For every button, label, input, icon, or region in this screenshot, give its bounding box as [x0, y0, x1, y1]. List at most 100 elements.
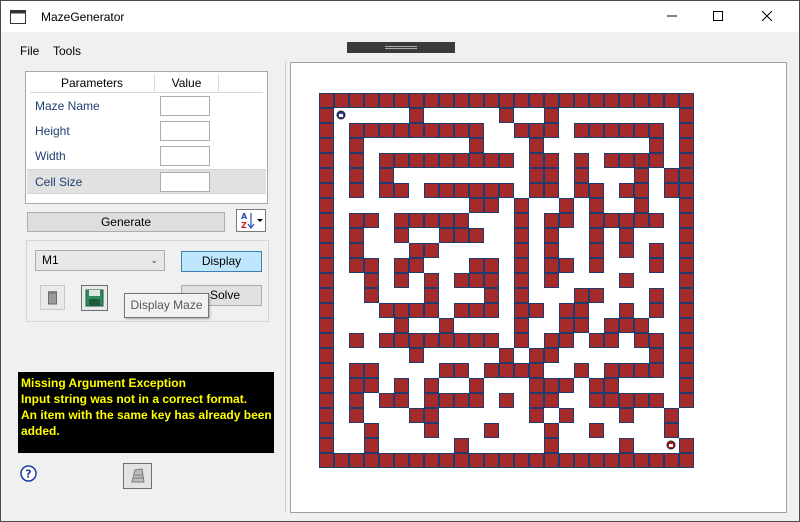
svg-text:Z: Z	[241, 221, 247, 230]
maze-wall-cell	[424, 123, 439, 138]
maze-wall-cell	[469, 198, 484, 213]
maze-wall-cell	[364, 93, 379, 108]
maze-wall-cell	[544, 258, 559, 273]
maze-wall-cell	[319, 123, 334, 138]
maze-wall-cell	[469, 453, 484, 468]
maze-wall-cell	[544, 378, 559, 393]
maze-wall-cell	[364, 453, 379, 468]
maze-wall-cell	[529, 363, 544, 378]
maze-wall-cell	[379, 123, 394, 138]
param-row-cell-size[interactable]: Cell Size	[27, 169, 266, 194]
maze-wall-cell	[409, 153, 424, 168]
maze-wall-cell	[424, 243, 439, 258]
maze-wall-cell	[604, 453, 619, 468]
maze-wall-cell	[544, 183, 559, 198]
maze-wall-cell	[619, 303, 634, 318]
sort-az-icon: A Z	[237, 212, 265, 234]
maze-wall-cell	[574, 453, 589, 468]
maze-wall-cell	[514, 333, 529, 348]
maze-wall-cell	[424, 153, 439, 168]
maze-wall-cell	[319, 153, 334, 168]
width-input[interactable]	[160, 146, 210, 166]
maze-wall-cell	[439, 93, 454, 108]
maze-wall-cell	[679, 138, 694, 153]
maze-wall-cell	[679, 213, 694, 228]
maze-wall-cell	[499, 363, 514, 378]
maze-wall-cell	[679, 153, 694, 168]
maze-wall-cell	[439, 213, 454, 228]
help-button[interactable]: ?	[20, 465, 37, 482]
minimize-button[interactable]	[649, 1, 695, 32]
maze-wall-cell	[424, 453, 439, 468]
maze-wall-cell	[679, 393, 694, 408]
maze-wall-cell	[634, 168, 649, 183]
maze-wall-cell	[589, 393, 604, 408]
close-icon	[761, 10, 773, 24]
maze-name-input[interactable]	[160, 96, 210, 116]
maze-wall-cell	[619, 123, 634, 138]
maze-wall-cell	[619, 318, 634, 333]
maze-wall-cell	[394, 393, 409, 408]
menu-file[interactable]: File	[20, 44, 39, 58]
maze-wall-cell	[559, 93, 574, 108]
maze-wall-cell	[319, 408, 334, 423]
tool-button[interactable]	[123, 463, 152, 489]
maximize-icon	[713, 10, 723, 24]
maze-wall-cell	[664, 453, 679, 468]
maze-wall-cell	[364, 258, 379, 273]
cell-size-input[interactable]	[160, 172, 210, 192]
maze-wall-cell	[649, 153, 664, 168]
close-button[interactable]	[744, 1, 790, 32]
maze-wall-cell	[394, 333, 409, 348]
maximize-button[interactable]	[695, 1, 741, 32]
minimize-icon	[667, 10, 677, 24]
maze-wall-cell	[469, 258, 484, 273]
maze-wall-cell	[379, 93, 394, 108]
maze-wall-cell	[499, 453, 514, 468]
maze-wall-cell	[319, 273, 334, 288]
display-tooltip: Display Maze	[124, 293, 209, 318]
save-button[interactable]	[81, 285, 108, 311]
maze-wall-cell	[484, 93, 499, 108]
maze-wall-cell	[364, 288, 379, 303]
maze-wall-cell	[604, 333, 619, 348]
maze-wall-cell	[604, 93, 619, 108]
maze-wall-cell	[589, 243, 604, 258]
maze-wall-cell	[544, 423, 559, 438]
sort-button[interactable]: A Z	[236, 209, 266, 232]
maze-wall-cell	[679, 318, 694, 333]
display-button[interactable]: Display	[181, 251, 262, 272]
height-input[interactable]	[160, 121, 210, 141]
maze-wall-cell	[514, 273, 529, 288]
maze-wall-cell	[604, 123, 619, 138]
drag-grip[interactable]	[347, 42, 455, 53]
maze-wall-cell	[379, 303, 394, 318]
maze-wall-cell	[574, 363, 589, 378]
column-header-parameters[interactable]: Parameters	[30, 74, 155, 93]
delete-button[interactable]	[40, 285, 65, 310]
maze-wall-cell	[649, 258, 664, 273]
menu-tools[interactable]: Tools	[53, 44, 81, 58]
maze-select-dropdown[interactable]: M1 ⌄	[35, 250, 165, 271]
maze-wall-cell	[619, 393, 634, 408]
maze-wall-cell	[469, 378, 484, 393]
maze-wall-cell	[514, 318, 529, 333]
maze-wall-cell	[574, 183, 589, 198]
maze-wall-cell	[619, 228, 634, 243]
maze-wall-cell	[454, 153, 469, 168]
maze-wall-cell	[559, 453, 574, 468]
maze-wall-cell	[529, 408, 544, 423]
maze-wall-cell	[559, 333, 574, 348]
maze-wall-cell	[364, 273, 379, 288]
maze-wall-cell	[469, 273, 484, 288]
param-row-maze-name[interactable]: Maze Name	[27, 94, 266, 119]
maze-canvas-panel[interactable]	[290, 62, 787, 513]
generate-button[interactable]: Generate	[27, 212, 225, 232]
maze-wall-cell	[574, 288, 589, 303]
param-row-height[interactable]: Height	[27, 119, 266, 144]
column-header-value[interactable]: Value	[155, 74, 219, 93]
maze-wall-cell	[424, 303, 439, 318]
maze-wall-cell	[349, 153, 364, 168]
maze-wall-cell	[544, 108, 559, 123]
param-row-width[interactable]: Width	[27, 144, 266, 169]
